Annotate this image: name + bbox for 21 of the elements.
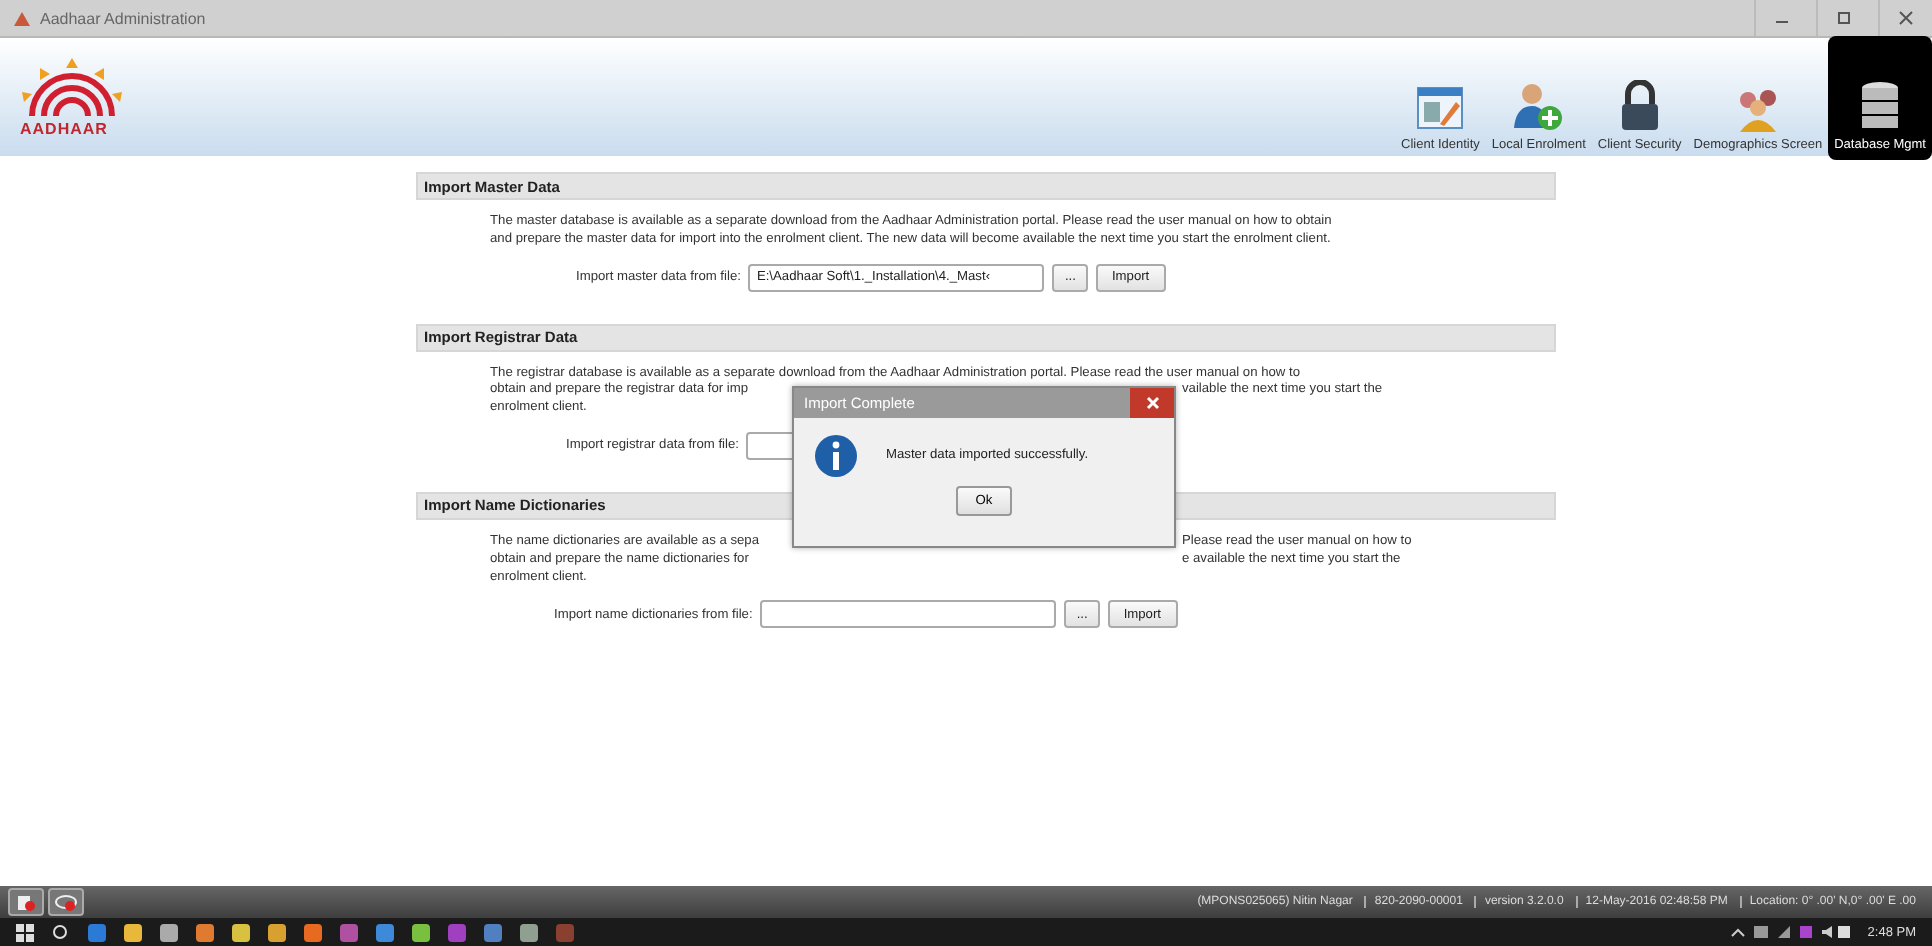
app-icon — [12, 9, 32, 27]
status-button[interactable] — [48, 888, 84, 916]
fingerprint-sun-logo — [20, 56, 124, 120]
restore-icon — [1836, 10, 1852, 26]
close-button[interactable] — [1130, 388, 1174, 418]
file-path-field[interactable] — [760, 600, 1057, 629]
window-title: Aadhaar Administration — [40, 9, 208, 27]
close-icon — [1898, 10, 1914, 26]
tray-icons[interactable] — [1729, 924, 1850, 940]
logo-text: AADHAAR — [20, 120, 108, 138]
eye-icon — [54, 893, 78, 911]
status-button[interactable] — [8, 888, 44, 916]
database-icon — [1860, 79, 1901, 131]
form-icon — [1416, 83, 1465, 131]
close-icon — [1145, 396, 1159, 410]
info-icon — [814, 434, 858, 478]
lock-icon — [1617, 79, 1662, 131]
search-icon[interactable] — [52, 923, 70, 941]
windows-start-icon[interactable] — [16, 923, 34, 941]
hand-icon — [16, 893, 36, 911]
user-add-icon — [1512, 79, 1565, 131]
